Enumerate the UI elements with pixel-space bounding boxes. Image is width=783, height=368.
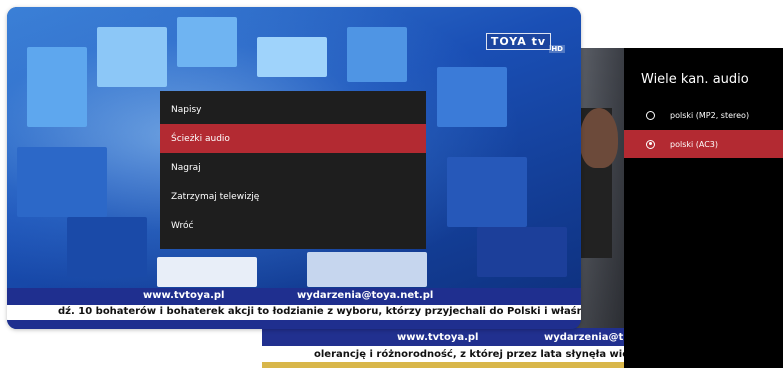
- front-url-left: www.tvtoya.pl: [143, 290, 225, 301]
- toya-logo: TOYA tv: [485, 33, 551, 50]
- cube-shape: [177, 17, 237, 67]
- back-ticker-text: olerancję i różnorodność, z której przez…: [314, 348, 624, 360]
- front-contact-bar: www.tvtoya.pl wydarzenia@toya.net.pl: [7, 288, 581, 305]
- menu-item-back[interactable]: Wróć: [160, 211, 426, 240]
- cube-shape: [447, 157, 527, 227]
- cube-shape: [347, 27, 407, 82]
- audio-option-label: polski (MP2, stereo): [670, 110, 750, 120]
- front-screenshot: TOYA tv HD Napisy Ścieżki audio Nagraj Z…: [7, 7, 581, 329]
- cube-shape: [27, 47, 87, 127]
- cube-shape: [257, 37, 327, 77]
- cube-shape: [157, 257, 257, 287]
- cube-shape: [17, 147, 107, 217]
- back-contact-bar: www.tvtoya.pl wydarzenia@t: [262, 328, 624, 346]
- menu-item-pause-tv[interactable]: Zatrzymaj telewizję: [160, 182, 426, 211]
- cube-shape: [97, 27, 167, 87]
- audio-panel-title: Wiele kan. audio: [641, 72, 749, 87]
- back-url-left: www.tvtoya.pl: [397, 331, 479, 343]
- cube-shape: [307, 252, 427, 287]
- front-bottom-strip: [7, 320, 581, 329]
- front-url-right: wydarzenia@toya.net.pl: [297, 290, 434, 301]
- back-url-right: wydarzenia@t: [544, 331, 624, 343]
- logo-tv-text: tv: [531, 35, 546, 48]
- front-news-ticker: dź. 10 bohaterów i bohaterek akcji to ło…: [7, 305, 581, 320]
- menu-item-record[interactable]: Nagraj: [160, 153, 426, 182]
- audio-option-ac3[interactable]: polski (AC3): [624, 130, 783, 158]
- cube-shape: [477, 227, 567, 277]
- back-news-ticker: olerancję i różnorodność, z której przez…: [262, 346, 624, 362]
- options-menu: Napisy Ścieżki audio Nagraj Zatrzymaj te…: [160, 91, 426, 249]
- person-figure: [580, 108, 618, 168]
- audio-option-label: polski (AC3): [670, 139, 719, 149]
- back-bottom-strip: [262, 362, 624, 368]
- menu-item-subtitles[interactable]: Napisy: [160, 95, 426, 124]
- hd-badge: HD: [549, 45, 565, 53]
- logo-text: TOYA: [490, 35, 527, 48]
- front-ticker-text: dź. 10 bohaterów i bohaterek akcji to ło…: [58, 306, 581, 317]
- menu-item-audio-tracks[interactable]: Ścieżki audio: [160, 124, 426, 153]
- audio-option-mp2[interactable]: polski (MP2, stereo): [624, 101, 783, 129]
- audio-channels-panel: Wiele kan. audio polski (MP2, stereo) po…: [624, 48, 783, 368]
- cube-shape: [437, 67, 507, 127]
- cube-shape: [67, 217, 147, 277]
- radio-checked-icon: [646, 139, 655, 149]
- radio-unchecked-icon: [646, 110, 655, 120]
